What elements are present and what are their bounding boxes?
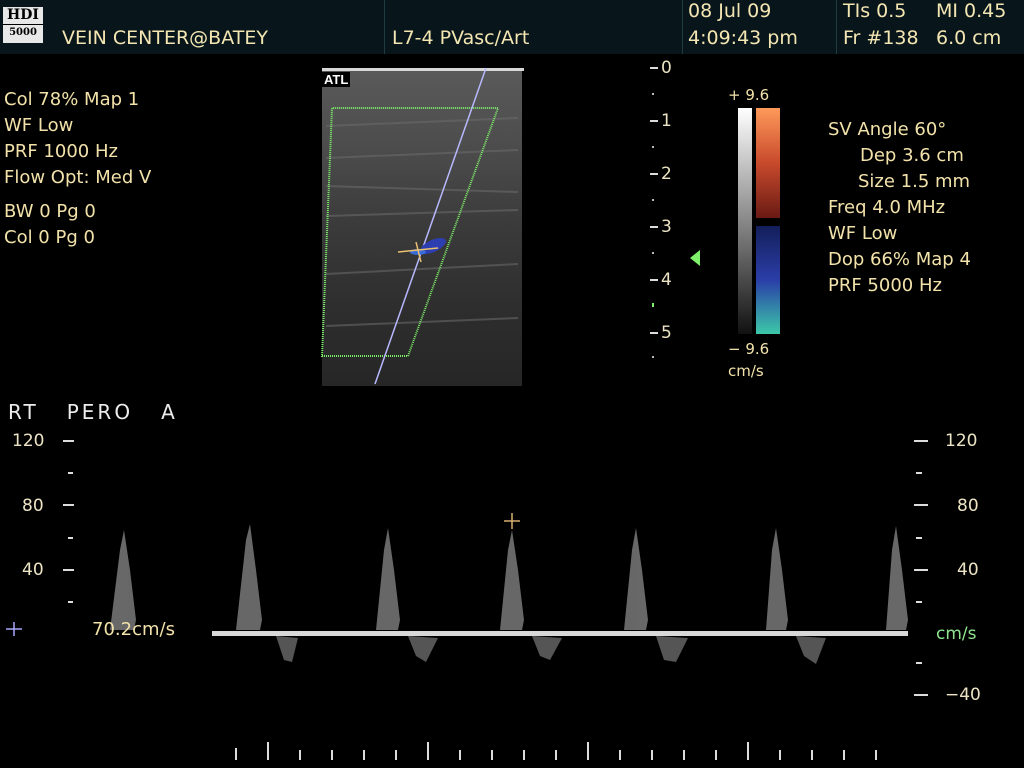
depth-tick-label: 4 <box>661 270 672 290</box>
right-velocity-scale <box>914 440 928 696</box>
doppler-freq-setting: Freq 4.0 MHz <box>828 197 946 218</box>
exam-date: 08 Jul 09 <box>688 0 772 22</box>
color-gain-setting: Col 78% Map 1 <box>4 89 140 110</box>
velocity-tick-label: 120 <box>945 431 978 451</box>
depth-tick-label: 1 <box>661 111 672 131</box>
frame-number: Fr #138 <box>843 27 919 49</box>
color-velocity-bar <box>738 108 780 334</box>
velocity-scale-unit: cm/s <box>728 362 764 380</box>
depth-tick-label: 0 <box>661 58 672 78</box>
mechanical-index: MI 0.45 <box>936 0 1007 22</box>
vessel-label: RT PERO A <box>8 400 178 424</box>
velocity-cursor[interactable] <box>504 513 520 529</box>
sv-angle-setting: SV Angle 60° <box>828 119 947 140</box>
b-mode-image <box>320 67 524 386</box>
header-bar: HDI 5000 VEIN CENTER@BATEY L7-4 PVasc/Ar… <box>0 0 1024 54</box>
velocity-measurement: 70.2cm/s <box>92 619 175 640</box>
header-divider <box>836 0 837 54</box>
velocity-tick-label: 120 <box>12 431 45 451</box>
velocity-tick-label: 40 <box>957 560 979 580</box>
atl-brand-label: ATL <box>322 72 351 87</box>
velocity-tick-label: −40 <box>945 685 981 705</box>
depth-scale <box>650 67 658 358</box>
velocity-tick-label: 80 <box>957 496 979 516</box>
header-divider <box>384 0 385 54</box>
bw-pg-setting: BW 0 Pg 0 <box>4 201 96 222</box>
doppler-prf-setting: PRF 5000 Hz <box>828 275 942 296</box>
facility-name: VEIN CENTER@BATEY <box>62 27 268 49</box>
cursor-marker-icon <box>6 622 22 636</box>
depth-tick-label: 2 <box>661 164 672 184</box>
wall-filter-setting: WF Low <box>4 115 74 136</box>
logo-line2: 5000 <box>3 24 43 41</box>
depth-tick-label: 3 <box>661 217 672 237</box>
flow-opt-setting: Flow Opt: Med V <box>4 167 152 188</box>
spectral-baseline[interactable] <box>212 631 908 636</box>
velocity-scale-min: − 9.6 <box>728 340 770 358</box>
doppler-wf-setting: WF Low <box>828 223 898 244</box>
header-divider <box>682 0 683 54</box>
sv-size-setting: Size 1.5 mm <box>858 171 971 192</box>
spectral-unit-label: cm/s <box>936 624 977 644</box>
time-axis <box>235 742 877 760</box>
image-depth: 6.0 cm <box>936 27 1002 49</box>
exam-time: 4:09:43 pm <box>688 27 798 49</box>
color-prf-setting: PRF 1000 Hz <box>4 141 118 162</box>
thermal-index: TIs 0.5 <box>843 0 907 22</box>
depth-tick-label: 5 <box>661 323 672 343</box>
velocity-scale-max: + 9.6 <box>728 86 770 104</box>
spectral-waveform <box>110 513 908 664</box>
doppler-gain-setting: Dop 66% Map 4 <box>828 249 971 270</box>
hdi-logo: HDI 5000 <box>3 7 43 43</box>
col-pg-setting: Col 0 Pg 0 <box>4 227 95 248</box>
focal-zone-marker-icon[interactable] <box>688 250 702 266</box>
sv-depth-setting: Dep 3.6 cm <box>860 145 964 166</box>
transducer-label: L7-4 PVasc/Art <box>392 27 530 49</box>
logo-line1: HDI <box>7 7 39 23</box>
